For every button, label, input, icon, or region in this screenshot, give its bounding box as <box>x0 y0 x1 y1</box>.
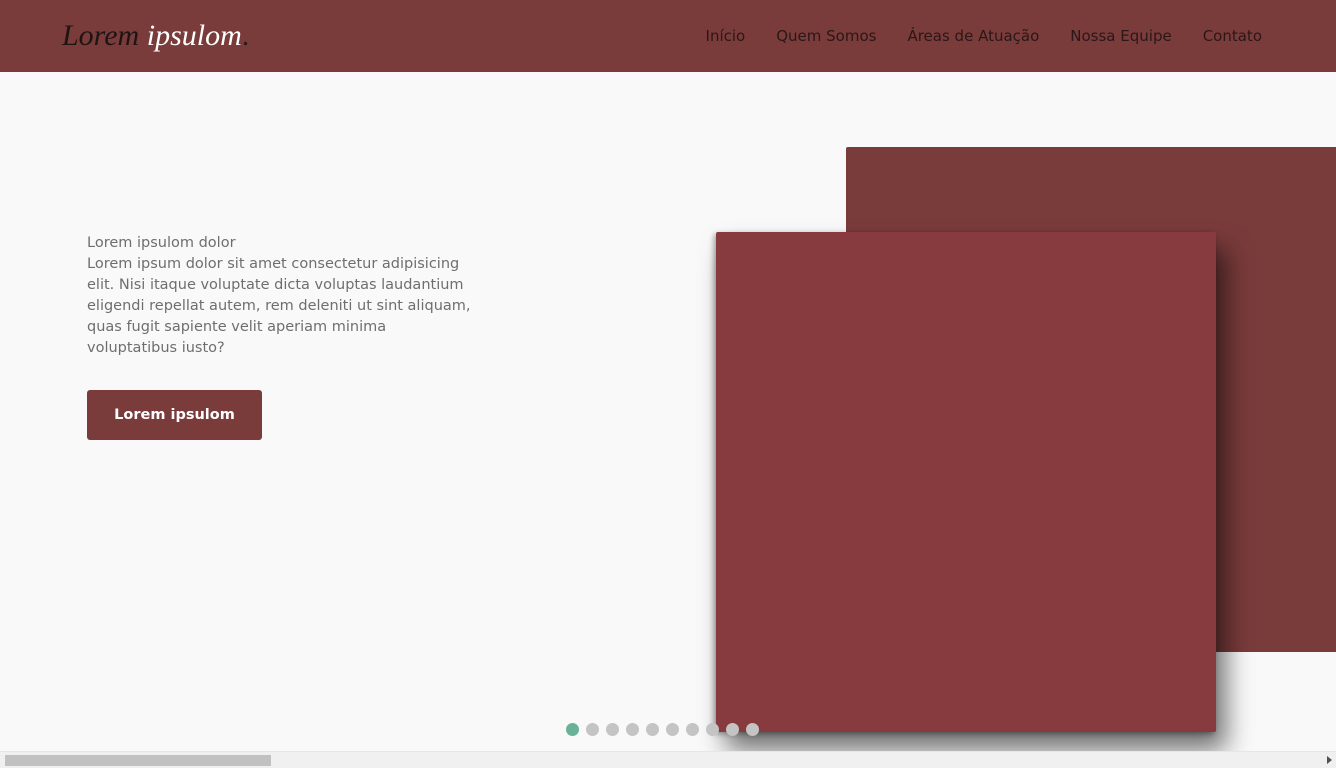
carousel-dots <box>566 723 766 736</box>
main-nav: Início Quem Somos Áreas de Atuação Nossa… <box>706 26 1262 46</box>
carousel-dot[interactable] <box>566 723 579 736</box>
carousel-dot[interactable] <box>686 723 699 736</box>
hero-body: Lorem ipsum dolor sit amet consectetur a… <box>87 256 471 356</box>
carousel-dot[interactable] <box>606 723 619 736</box>
scroll-right-arrow-icon[interactable] <box>1327 756 1332 764</box>
logo-dot: . <box>241 19 250 52</box>
nav-link-quem-somos[interactable]: Quem Somos <box>776 26 876 46</box>
nav-link-inicio[interactable]: Início <box>706 26 746 46</box>
hero-cta-button[interactable]: Lorem ipsulom <box>87 390 262 440</box>
nav-link-areas-de-atuacao[interactable]: Áreas de Atuação <box>907 26 1039 46</box>
carousel-dot[interactable] <box>726 723 739 736</box>
carousel-dot[interactable] <box>626 723 639 736</box>
horizontal-scrollbar[interactable] <box>0 751 1336 768</box>
nav-link-nossa-equipe[interactable]: Nossa Equipe <box>1070 26 1171 46</box>
carousel-dot[interactable] <box>586 723 599 736</box>
carousel-dot[interactable] <box>746 723 759 736</box>
logo-word-2: ipsulom <box>146 19 242 52</box>
carousel-dot[interactable] <box>646 723 659 736</box>
hero-image-panel <box>716 232 1216 732</box>
hero-heading: Lorem ipsulom dolor <box>87 235 236 251</box>
logo-word-1: Lorem <box>62 19 140 52</box>
scrollbar-thumb[interactable] <box>5 755 271 766</box>
carousel-dot[interactable] <box>706 723 719 736</box>
site-header: Lorem ipsulom. Início Quem Somos Áreas d… <box>0 0 1336 72</box>
hero-text-block: Lorem ipsulom dolor Lorem ipsum dolor si… <box>87 233 477 359</box>
nav-link-contato[interactable]: Contato <box>1203 26 1262 46</box>
carousel-dot[interactable] <box>666 723 679 736</box>
site-logo[interactable]: Lorem ipsulom. <box>62 16 249 56</box>
